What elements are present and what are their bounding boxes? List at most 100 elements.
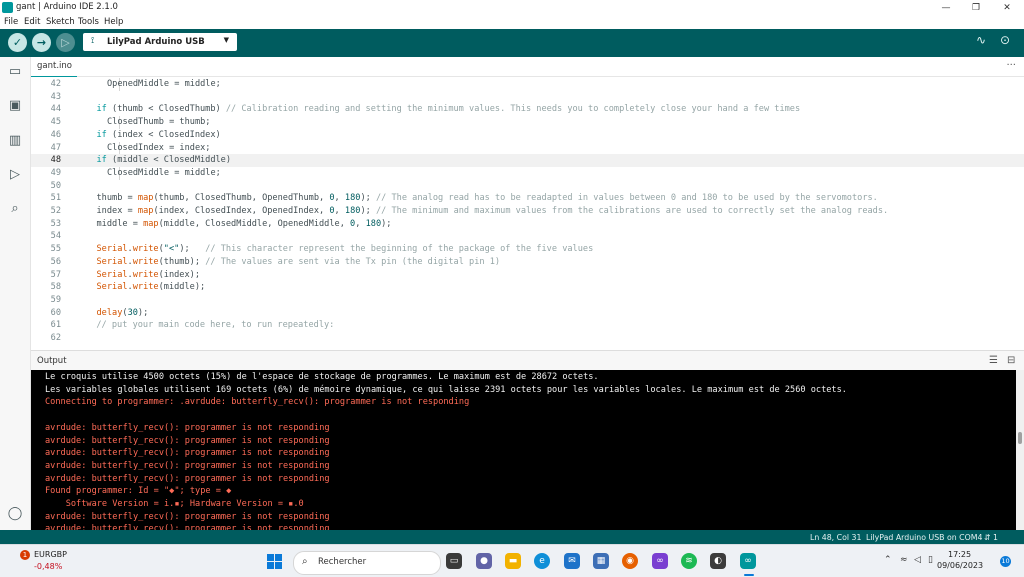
console-line: avrdude: butterfly_recv(): programmer is… bbox=[45, 448, 330, 459]
line-number: 60 bbox=[50, 307, 61, 318]
notification-badge[interactable]: 10 bbox=[1000, 556, 1011, 567]
code-line[interactable]: 62 bbox=[31, 332, 1024, 345]
windows-taskbar: 1 EURGBP -0,48% ⌕ Rechercher ▭ ● ▬ e ✉ ▦… bbox=[0, 544, 1024, 577]
board-port[interactable]: LilyPad Arduino USB on COM4 bbox=[866, 533, 982, 542]
output-title: Output bbox=[37, 356, 67, 366]
taskbar-search[interactable]: ⌕ Rechercher bbox=[293, 551, 441, 575]
profile-icon[interactable]: ◯ bbox=[7, 507, 23, 521]
game-app-icon[interactable]: ∞ bbox=[652, 553, 668, 569]
clear-output-icon[interactable]: ☰ bbox=[989, 355, 998, 366]
menu-help[interactable]: Help bbox=[104, 17, 123, 27]
code-line[interactable]: 47 ClosedIndex = index; bbox=[31, 141, 1024, 155]
line-number: 53 bbox=[50, 218, 61, 229]
mail-icon[interactable]: ✉ bbox=[564, 553, 580, 569]
code-line[interactable]: 57 Serial.write(index); bbox=[31, 269, 1024, 282]
line-number: 47 bbox=[50, 142, 61, 153]
code-line[interactable]: 59 bbox=[31, 294, 1024, 307]
console-line: avrdude: butterfly_recv(): programmer is… bbox=[45, 435, 330, 446]
code-line[interactable]: 49 ClosedMiddle = middle; bbox=[31, 166, 1024, 180]
chevron-up-icon[interactable]: ⌃ bbox=[884, 555, 892, 565]
tab-gant-ino[interactable]: gant.ino bbox=[31, 57, 77, 78]
serial-monitor-icon[interactable]: ⊙ bbox=[1000, 33, 1010, 47]
store-icon[interactable]: ▦ bbox=[593, 553, 609, 569]
serial-plotter-icon[interactable]: ∿ bbox=[976, 33, 986, 47]
chat-icon[interactable]: ● bbox=[476, 553, 492, 569]
code-line[interactable]: 44 if (thumb < ClosedThumb) // Calibratio… bbox=[31, 103, 1024, 116]
clock-time[interactable]: 17:25 bbox=[948, 550, 971, 559]
verify-button[interactable]: ✓ bbox=[8, 33, 27, 52]
task-view-icon[interactable]: ▭ bbox=[446, 553, 462, 569]
boards-manager-icon[interactable]: ▣ bbox=[7, 99, 23, 113]
cursor-position[interactable]: Ln 48, Col 31 bbox=[810, 533, 861, 542]
line-number: 58 bbox=[50, 282, 61, 293]
menu-file[interactable]: File bbox=[4, 17, 18, 27]
code-line[interactable]: 58 Serial.write(middle); bbox=[31, 281, 1024, 294]
more-icon[interactable]: ··· bbox=[1006, 60, 1016, 71]
console-line: Found programmer: Id = "◆"; type = ◆ bbox=[45, 486, 232, 497]
code-line[interactable]: 51 thumb = map(thumb, ClosedThumb, Opened… bbox=[31, 192, 1024, 205]
maximize-button[interactable]: ❐ bbox=[964, 1, 988, 15]
wifi-icon[interactable]: ≈ bbox=[900, 555, 908, 565]
code-line[interactable]: 45 ClosedThumb = thumb; bbox=[31, 116, 1024, 130]
code-line[interactable]: 54 bbox=[31, 230, 1024, 243]
code-line[interactable]: 48 if (middle < ClosedMiddle) bbox=[31, 154, 1024, 168]
library-manager-icon[interactable]: ▥ bbox=[7, 134, 23, 148]
code-line[interactable]: 50 bbox=[31, 180, 1024, 193]
sketchbook-icon[interactable]: ▭ bbox=[7, 65, 23, 79]
output-scrollbar[interactable] bbox=[1016, 370, 1024, 530]
code-text: index = map(index, ClosedIndex, OpenedIn… bbox=[96, 206, 889, 216]
code-line[interactable]: 60 delay(30); bbox=[31, 307, 1024, 320]
spotify-icon[interactable]: ≋ bbox=[681, 553, 697, 569]
clock-date[interactable]: 09/06/2023 bbox=[937, 561, 983, 570]
code-line[interactable]: 55 Serial.write("<"); // This character r… bbox=[31, 243, 1024, 256]
menu-edit[interactable]: Edit bbox=[24, 17, 40, 27]
activity-sidebar: ▭ ▣ ▥ ▷ ⌕ ◯ bbox=[0, 57, 31, 530]
line-number: 42 bbox=[50, 79, 61, 89]
widget-badge[interactable]: 1 bbox=[20, 550, 30, 560]
menu-sketch[interactable]: Sketch bbox=[46, 17, 75, 27]
code-editor[interactable]: 42 OpenedMiddle = middle; 43 44 if (thumb < … bbox=[31, 77, 1024, 350]
code-line[interactable]: 43 bbox=[31, 91, 1024, 104]
edge-browser-icon[interactable]: e bbox=[534, 553, 550, 569]
board-label: LilyPad Arduino USB bbox=[107, 37, 205, 47]
code-line[interactable]: 52 index = map(index, ClosedIndex, Opened… bbox=[31, 205, 1024, 218]
console-line: Le croquis utilise 4500 octets (15%) de … bbox=[45, 372, 599, 382]
ticker-name[interactable]: EURGBP bbox=[34, 550, 67, 559]
menu-tools[interactable]: Tools bbox=[78, 17, 99, 27]
arduino-app-icon bbox=[2, 2, 13, 13]
line-number: 48 bbox=[50, 155, 61, 166]
board-selector[interactable]: ⟟ LilyPad Arduino USB ▼ bbox=[83, 33, 237, 51]
line-number: 50 bbox=[50, 180, 61, 191]
close-button[interactable]: ✕ bbox=[995, 1, 1019, 15]
output-console[interactable]: Le croquis utilise 4500 octets (15%) de … bbox=[31, 370, 1016, 530]
debug-icon[interactable]: ▷ bbox=[7, 168, 23, 182]
start-button[interactable] bbox=[267, 554, 283, 570]
code-line[interactable]: 53 middle = map(middle, ClosedMiddle, Ope… bbox=[31, 218, 1024, 231]
line-number: 62 bbox=[50, 333, 61, 343]
arduino-taskbar-icon[interactable]: ∞ bbox=[740, 553, 756, 569]
code-text: if (middle < ClosedMiddle) bbox=[96, 155, 232, 166]
minimize-button[interactable]: — bbox=[934, 1, 958, 15]
code-text: ClosedIndex = index; bbox=[107, 142, 211, 153]
line-number: 45 bbox=[50, 117, 61, 128]
editor-tabs: gant.ino ··· bbox=[31, 57, 1024, 78]
upload-button[interactable]: → bbox=[32, 33, 51, 52]
output-panel-header: Output ☰ ⊟ bbox=[31, 350, 1024, 371]
volume-icon[interactable]: ◁ bbox=[914, 555, 921, 565]
search-icon[interactable]: ⌕ bbox=[7, 202, 23, 216]
code-line[interactable]: 46 if (index < ClosedIndex) bbox=[31, 129, 1024, 142]
line-number: 46 bbox=[50, 129, 61, 140]
code-line[interactable]: 61 // put your main code here, to run re… bbox=[31, 319, 1024, 332]
line-number: 43 bbox=[50, 91, 61, 102]
file-explorer-icon[interactable]: ▬ bbox=[505, 553, 521, 569]
debug-button[interactable]: ▷ bbox=[56, 33, 75, 52]
notification-bell-icon[interactable]: ⇵ bbox=[984, 533, 991, 542]
battery-icon[interactable]: ▯ bbox=[928, 555, 933, 565]
scrollbar-thumb[interactable] bbox=[1018, 432, 1022, 444]
firefox-icon[interactable]: ◉ bbox=[622, 553, 638, 569]
code-line[interactable]: 42 OpenedMiddle = middle; bbox=[31, 78, 1024, 91]
code-line[interactable]: 56 Serial.write(thumb); // The values are… bbox=[31, 256, 1024, 269]
chevron-down-icon: ▼ bbox=[223, 36, 229, 44]
system-app-icon[interactable]: ◐ bbox=[710, 553, 726, 569]
lock-scroll-icon[interactable]: ⊟ bbox=[1007, 355, 1015, 366]
